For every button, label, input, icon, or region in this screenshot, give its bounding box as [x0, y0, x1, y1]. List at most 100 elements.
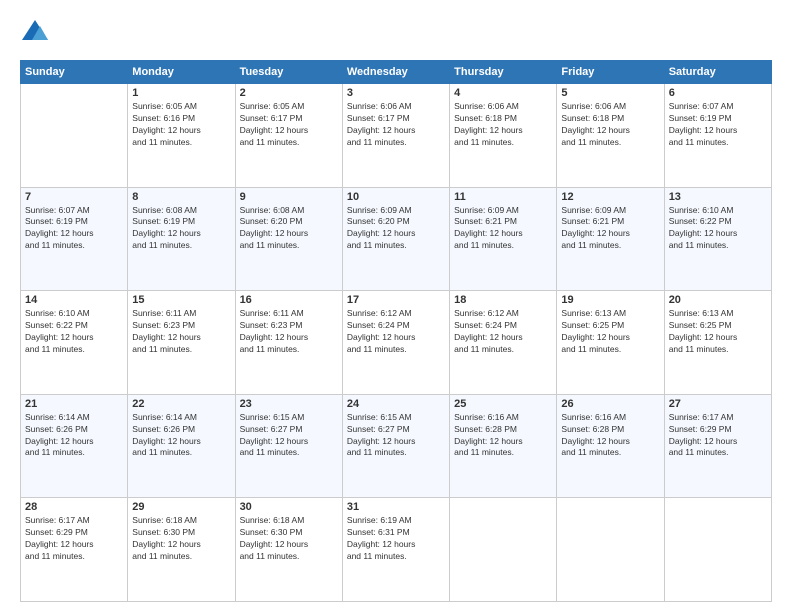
day-number: 22 — [132, 398, 230, 410]
day-number: 8 — [132, 191, 230, 203]
day-number: 19 — [561, 294, 659, 306]
calendar-cell: 27Sunrise: 6:17 AM Sunset: 6:29 PM Dayli… — [664, 394, 771, 498]
day-number: 11 — [454, 191, 552, 203]
calendar-weekday-saturday: Saturday — [664, 61, 771, 84]
day-number: 30 — [240, 501, 338, 513]
day-number: 25 — [454, 398, 552, 410]
day-info: Sunrise: 6:19 AM Sunset: 6:31 PM Dayligh… — [347, 515, 445, 563]
calendar-week-row: 7 Sunrise: 6:07 AM Sunset: 6:19 PM Daylig… — [21, 187, 772, 291]
day-number: 14 — [25, 294, 123, 306]
calendar-weekday-sunday: Sunday — [21, 61, 128, 84]
calendar-week-row: 1Sunrise: 6:05 AM Sunset: 6:16 PM Daylig… — [21, 84, 772, 188]
calendar-cell: 11 Sunrise: 6:09 AM Sunset: 6:21 PM Dayli… — [450, 187, 557, 291]
calendar-cell: 24Sunrise: 6:15 AM Sunset: 6:27 PM Dayli… — [342, 394, 449, 498]
day-number: 31 — [347, 501, 445, 513]
day-number: 24 — [347, 398, 445, 410]
calendar-cell — [450, 498, 557, 602]
calendar-cell: 5 Sunrise: 6:06 AM Sunset: 6:18 PM Daylig… — [557, 84, 664, 188]
day-number: 26 — [561, 398, 659, 410]
calendar-cell: 15 Sunrise: 6:11 AM Sunset: 6:23 PM Dayli… — [128, 291, 235, 395]
day-info: Sunrise: 6:06 AM Sunset: 6:18 PM Dayligh… — [561, 101, 659, 149]
calendar-cell: 17 Sunrise: 6:12 AM Sunset: 6:24 PM Dayli… — [342, 291, 449, 395]
day-info: Sunrise: 6:11 AM Sunset: 6:23 PM Dayligh… — [132, 308, 230, 356]
calendar-cell — [21, 84, 128, 188]
day-number: 9 — [240, 191, 338, 203]
calendar-cell: 10Sunrise: 6:09 AM Sunset: 6:20 PM Dayli… — [342, 187, 449, 291]
day-info: Sunrise: 6:14 AM Sunset: 6:26 PM Dayligh… — [25, 412, 123, 460]
day-number: 5 — [561, 87, 659, 99]
calendar-cell: 25 Sunrise: 6:16 AM Sunset: 6:28 PM Dayli… — [450, 394, 557, 498]
day-info: Sunrise: 6:12 AM Sunset: 6:24 PM Dayligh… — [454, 308, 552, 356]
calendar-weekday-friday: Friday — [557, 61, 664, 84]
calendar-weekday-wednesday: Wednesday — [342, 61, 449, 84]
day-info: Sunrise: 6:06 AM Sunset: 6:18 PM Dayligh… — [454, 101, 552, 149]
day-number: 27 — [669, 398, 767, 410]
day-info: Sunrise: 6:13 AM Sunset: 6:25 PM Dayligh… — [669, 308, 767, 356]
day-number: 3 — [347, 87, 445, 99]
day-number: 18 — [454, 294, 552, 306]
day-number: 16 — [240, 294, 338, 306]
day-info: Sunrise: 6:16 AM Sunset: 6:28 PM Dayligh… — [561, 412, 659, 460]
day-info: Sunrise: 6:13 AM Sunset: 6:25 PM Dayligh… — [561, 308, 659, 356]
calendar-weekday-thursday: Thursday — [450, 61, 557, 84]
calendar-cell: 26 Sunrise: 6:16 AM Sunset: 6:28 PM Dayli… — [557, 394, 664, 498]
day-info: Sunrise: 6:08 AM Sunset: 6:20 PM Dayligh… — [240, 205, 338, 253]
day-info: Sunrise: 6:05 AM Sunset: 6:16 PM Dayligh… — [132, 101, 230, 149]
calendar-cell: 2 Sunrise: 6:05 AM Sunset: 6:17 PM Daylig… — [235, 84, 342, 188]
calendar-cell: 16Sunrise: 6:11 AM Sunset: 6:23 PM Dayli… — [235, 291, 342, 395]
day-info: Sunrise: 6:09 AM Sunset: 6:21 PM Dayligh… — [561, 205, 659, 253]
day-info: Sunrise: 6:07 AM Sunset: 6:19 PM Dayligh… — [669, 101, 767, 149]
day-info: Sunrise: 6:18 AM Sunset: 6:30 PM Dayligh… — [240, 515, 338, 563]
day-info: Sunrise: 6:09 AM Sunset: 6:21 PM Dayligh… — [454, 205, 552, 253]
calendar-week-row: 14 Sunrise: 6:10 AM Sunset: 6:22 PM Dayli… — [21, 291, 772, 395]
day-number: 15 — [132, 294, 230, 306]
day-number: 7 — [25, 191, 123, 203]
calendar-cell: 19 Sunrise: 6:13 AM Sunset: 6:25 PM Dayli… — [557, 291, 664, 395]
calendar-cell: 28 Sunrise: 6:17 AM Sunset: 6:29 PM Dayli… — [21, 498, 128, 602]
calendar-cell: 7 Sunrise: 6:07 AM Sunset: 6:19 PM Daylig… — [21, 187, 128, 291]
calendar-table: SundayMondayTuesdayWednesdayThursdayFrid… — [20, 60, 772, 602]
day-info: Sunrise: 6:05 AM Sunset: 6:17 PM Dayligh… — [240, 101, 338, 149]
calendar-cell: 9 Sunrise: 6:08 AM Sunset: 6:20 PM Daylig… — [235, 187, 342, 291]
day-info: Sunrise: 6:06 AM Sunset: 6:17 PM Dayligh… — [347, 101, 445, 149]
day-number: 12 — [561, 191, 659, 203]
calendar-cell: 8 Sunrise: 6:08 AM Sunset: 6:19 PM Daylig… — [128, 187, 235, 291]
day-info: Sunrise: 6:08 AM Sunset: 6:19 PM Dayligh… — [132, 205, 230, 253]
calendar-cell: 1Sunrise: 6:05 AM Sunset: 6:16 PM Daylig… — [128, 84, 235, 188]
day-number: 2 — [240, 87, 338, 99]
calendar-weekday-tuesday: Tuesday — [235, 61, 342, 84]
calendar-cell: 13Sunrise: 6:10 AM Sunset: 6:22 PM Dayli… — [664, 187, 771, 291]
logo-icon — [20, 18, 50, 48]
calendar-cell: 4 Sunrise: 6:06 AM Sunset: 6:18 PM Daylig… — [450, 84, 557, 188]
day-info: Sunrise: 6:17 AM Sunset: 6:29 PM Dayligh… — [25, 515, 123, 563]
calendar-cell: 6 Sunrise: 6:07 AM Sunset: 6:19 PM Daylig… — [664, 84, 771, 188]
calendar-cell: 30 Sunrise: 6:18 AM Sunset: 6:30 PM Dayli… — [235, 498, 342, 602]
day-number: 23 — [240, 398, 338, 410]
day-number: 4 — [454, 87, 552, 99]
day-info: Sunrise: 6:18 AM Sunset: 6:30 PM Dayligh… — [132, 515, 230, 563]
day-info: Sunrise: 6:14 AM Sunset: 6:26 PM Dayligh… — [132, 412, 230, 460]
day-info: Sunrise: 6:09 AM Sunset: 6:20 PM Dayligh… — [347, 205, 445, 253]
calendar-week-row: 21 Sunrise: 6:14 AM Sunset: 6:26 PM Dayli… — [21, 394, 772, 498]
day-info: Sunrise: 6:12 AM Sunset: 6:24 PM Dayligh… — [347, 308, 445, 356]
day-number: 6 — [669, 87, 767, 99]
day-number: 17 — [347, 294, 445, 306]
calendar-cell: 31 Sunrise: 6:19 AM Sunset: 6:31 PM Dayli… — [342, 498, 449, 602]
calendar-cell: 20 Sunrise: 6:13 AM Sunset: 6:25 PM Dayli… — [664, 291, 771, 395]
calendar-cell: 21 Sunrise: 6:14 AM Sunset: 6:26 PM Dayli… — [21, 394, 128, 498]
calendar-cell — [664, 498, 771, 602]
calendar-cell: 22 Sunrise: 6:14 AM Sunset: 6:26 PM Dayli… — [128, 394, 235, 498]
page: SundayMondayTuesdayWednesdayThursdayFrid… — [0, 0, 792, 612]
day-number: 13 — [669, 191, 767, 203]
day-number: 21 — [25, 398, 123, 410]
logo — [20, 18, 54, 48]
day-info: Sunrise: 6:10 AM Sunset: 6:22 PM Dayligh… — [25, 308, 123, 356]
day-number: 28 — [25, 501, 123, 513]
calendar-cell: 14 Sunrise: 6:10 AM Sunset: 6:22 PM Dayli… — [21, 291, 128, 395]
day-info: Sunrise: 6:07 AM Sunset: 6:19 PM Dayligh… — [25, 205, 123, 253]
calendar-cell: 18 Sunrise: 6:12 AM Sunset: 6:24 PM Dayli… — [450, 291, 557, 395]
calendar-cell: 29Sunrise: 6:18 AM Sunset: 6:30 PM Dayli… — [128, 498, 235, 602]
day-info: Sunrise: 6:16 AM Sunset: 6:28 PM Dayligh… — [454, 412, 552, 460]
day-number: 20 — [669, 294, 767, 306]
calendar-cell: 23Sunrise: 6:15 AM Sunset: 6:27 PM Dayli… — [235, 394, 342, 498]
